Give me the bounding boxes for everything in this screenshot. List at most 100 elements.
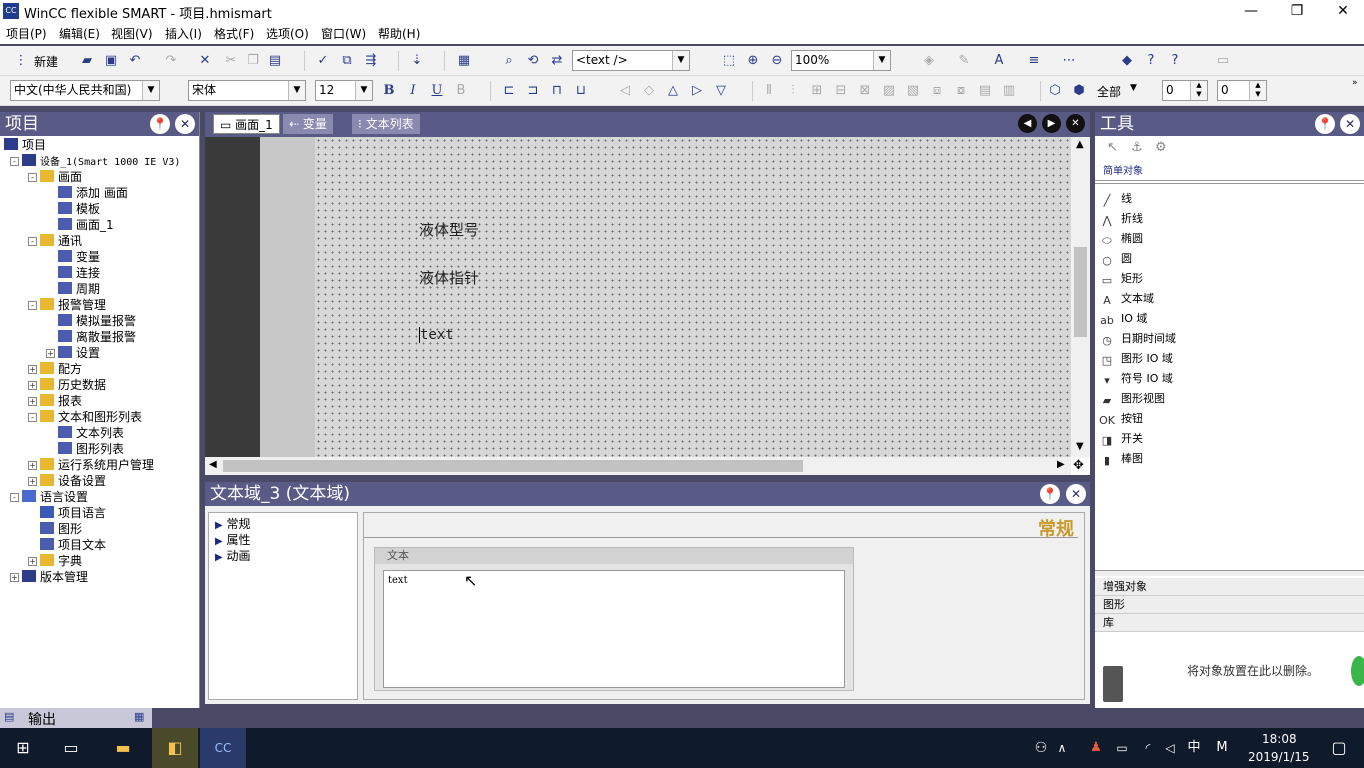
expand-icon[interactable]: +	[28, 461, 37, 470]
pointer-icon[interactable]: ↖	[1107, 140, 1118, 155]
tool-item[interactable]: ◷ 日期时间域	[1099, 330, 1176, 348]
task-view-icon[interactable]: ▭	[48, 728, 94, 768]
close-icon[interactable]: ✕	[1340, 114, 1360, 134]
align-top-icon[interactable]: ⊔	[572, 82, 590, 100]
tree-item[interactable]: 报警管理	[40, 297, 106, 313]
tools-splitter[interactable]	[1095, 570, 1364, 576]
tree-item[interactable]: 字典	[40, 553, 82, 569]
menu-insert[interactable]: 插入(I)	[165, 25, 202, 42]
layers-all-icon[interactable]: ⬢	[1070, 82, 1088, 100]
compile-icon[interactable]: ⧉	[338, 52, 356, 70]
close-button[interactable]: ✕	[1320, 0, 1364, 22]
cut-icon[interactable]: ✂	[222, 52, 240, 70]
library-icon[interactable]: ◆	[1118, 52, 1136, 70]
text-object-dropdown[interactable]: <text /> ▼	[572, 50, 690, 71]
text-field-selected[interactable]: text	[419, 327, 454, 343]
new-icon[interactable]: ⋮	[12, 52, 30, 70]
distribute-v-icon[interactable]: ⫶	[784, 82, 802, 100]
section-library[interactable]: 库	[1095, 614, 1364, 632]
help-context-icon[interactable]: ?	[1166, 52, 1184, 70]
download-icon[interactable]: ⇣	[408, 52, 426, 70]
nav-general[interactable]: ▶ 常规	[215, 515, 251, 532]
undo-icon[interactable]: ↶	[126, 52, 144, 70]
pin-icon[interactable]: 📍	[150, 114, 170, 134]
screen-canvas[interactable]: 液体型号 液体指针 text	[315, 137, 1071, 457]
collapse-icon[interactable]: -	[10, 493, 19, 502]
chevron-down-icon[interactable]: ▼	[1130, 83, 1137, 93]
next-tab-icon[interactable]: ▶	[1042, 114, 1061, 133]
expand-icon[interactable]: +	[10, 573, 19, 582]
font-dropdown[interactable]: 宋体 ▼	[188, 80, 306, 101]
section-graphics[interactable]: 图形	[1095, 596, 1364, 614]
volume-icon[interactable]: ◁	[1158, 728, 1182, 768]
nav-properties[interactable]: ▶ 属性	[215, 531, 251, 548]
tool-item[interactable]: A 文本域	[1099, 290, 1154, 308]
horizontal-scrollbar[interactable]: ◀ ▶	[205, 457, 1071, 475]
collapse-icon[interactable]: -	[28, 237, 37, 246]
rotate-icon[interactable]: △	[664, 82, 682, 100]
expand-icon[interactable]: +	[28, 365, 37, 374]
delete-icon[interactable]: ✕	[196, 52, 214, 70]
restore-button[interactable]: ❐	[1274, 0, 1320, 22]
scroll-thumb[interactable]	[1074, 247, 1087, 337]
expand-icon[interactable]: +	[28, 381, 37, 390]
layer-2-icon[interactable]: ▥	[1000, 82, 1018, 100]
tool-item[interactable]: ○ 圆	[1099, 250, 1132, 268]
line-color-icon[interactable]: ✎	[955, 52, 973, 70]
tree-item[interactable]: 画面_1	[58, 217, 114, 233]
bold-button[interactable]: B	[380, 82, 398, 100]
zoom-in-icon[interactable]: ⊕	[744, 52, 762, 70]
clock-time[interactable]: 18:08	[1262, 732, 1297, 746]
new-button[interactable]: 新建	[34, 53, 58, 70]
objects-icon[interactable]: ▦	[455, 52, 473, 70]
distribute-icon[interactable]: ⫴	[760, 82, 778, 100]
pin-icon[interactable]: 📍	[1040, 484, 1060, 504]
menu-options[interactable]: 选项(O)	[266, 25, 309, 42]
text-field-liquid-pointer[interactable]: 液体指针	[419, 267, 479, 288]
close-icon[interactable]: ✕	[175, 114, 195, 134]
zoom-fit-icon[interactable]: ⬚	[720, 52, 738, 70]
font-color-icon[interactable]: A	[990, 52, 1008, 70]
paste-icon[interactable]: ▤	[266, 52, 284, 70]
move-icon[interactable]: ✥	[1073, 458, 1084, 473]
notifications-icon[interactable]: ▢	[1316, 728, 1362, 768]
expand-icon[interactable]: +	[46, 349, 55, 358]
tree-item[interactable]: 报表	[40, 393, 82, 409]
tree-item[interactable]: 周期	[58, 281, 100, 297]
tool-item[interactable]: ╱ 线	[1099, 190, 1132, 208]
gear-icon[interactable]: ⚙	[1155, 140, 1167, 155]
redo-icon[interactable]: ↷	[162, 52, 180, 70]
tree-item[interactable]: 设备设置	[40, 473, 106, 489]
tree-item[interactable]: 项目	[4, 137, 46, 153]
wincc-app-icon[interactable]: ◧	[152, 728, 198, 768]
tree-item[interactable]: 项目语言	[40, 505, 106, 521]
wincc-es-icon[interactable]: CC	[200, 728, 246, 768]
find-icon[interactable]: ⌕	[500, 52, 518, 70]
tree-item[interactable]: 文本列表	[58, 425, 124, 441]
close-icon[interactable]: ✕	[1066, 484, 1086, 504]
scroll-up-icon[interactable]: ▲	[1076, 139, 1084, 150]
tree-item[interactable]: 语言设置	[22, 489, 88, 505]
tree-item[interactable]: 配方	[40, 361, 82, 377]
minimize-button[interactable]: —	[1228, 0, 1274, 22]
expand-icon[interactable]: +	[28, 397, 37, 406]
layers-icon[interactable]: ⬡	[1046, 82, 1064, 100]
menu-edit[interactable]: 编辑(E)	[59, 25, 100, 42]
tree-item[interactable]: 图形列表	[58, 441, 124, 457]
align-center-icon[interactable]: ⊐	[524, 82, 542, 100]
scroll-left-icon[interactable]: ◀	[209, 459, 217, 470]
send-back-icon[interactable]: ▧	[904, 82, 922, 100]
layer-spinner-2[interactable]: 0 ▲ ▼	[1217, 80, 1267, 101]
rotate-right-icon[interactable]: ▷	[688, 82, 706, 100]
menu-help[interactable]: 帮助(H)	[378, 25, 420, 42]
clock-date[interactable]: 2019/1/15	[1248, 750, 1310, 764]
menu-format[interactable]: 格式(F)	[214, 25, 254, 42]
layer-spinner-1[interactable]: 0 ▲ ▼	[1162, 80, 1208, 101]
toolbar-overflow-icon[interactable]: »	[1352, 78, 1358, 88]
tree-item[interactable]: 连接	[58, 265, 100, 281]
ime-indicator[interactable]: 中	[1182, 728, 1206, 768]
fill-color-icon[interactable]: ◈	[920, 52, 938, 70]
layer-icon[interactable]: ▤	[976, 82, 994, 100]
tree-item[interactable]: 模板	[58, 201, 100, 217]
h-scroll-thumb[interactable]	[223, 460, 803, 472]
